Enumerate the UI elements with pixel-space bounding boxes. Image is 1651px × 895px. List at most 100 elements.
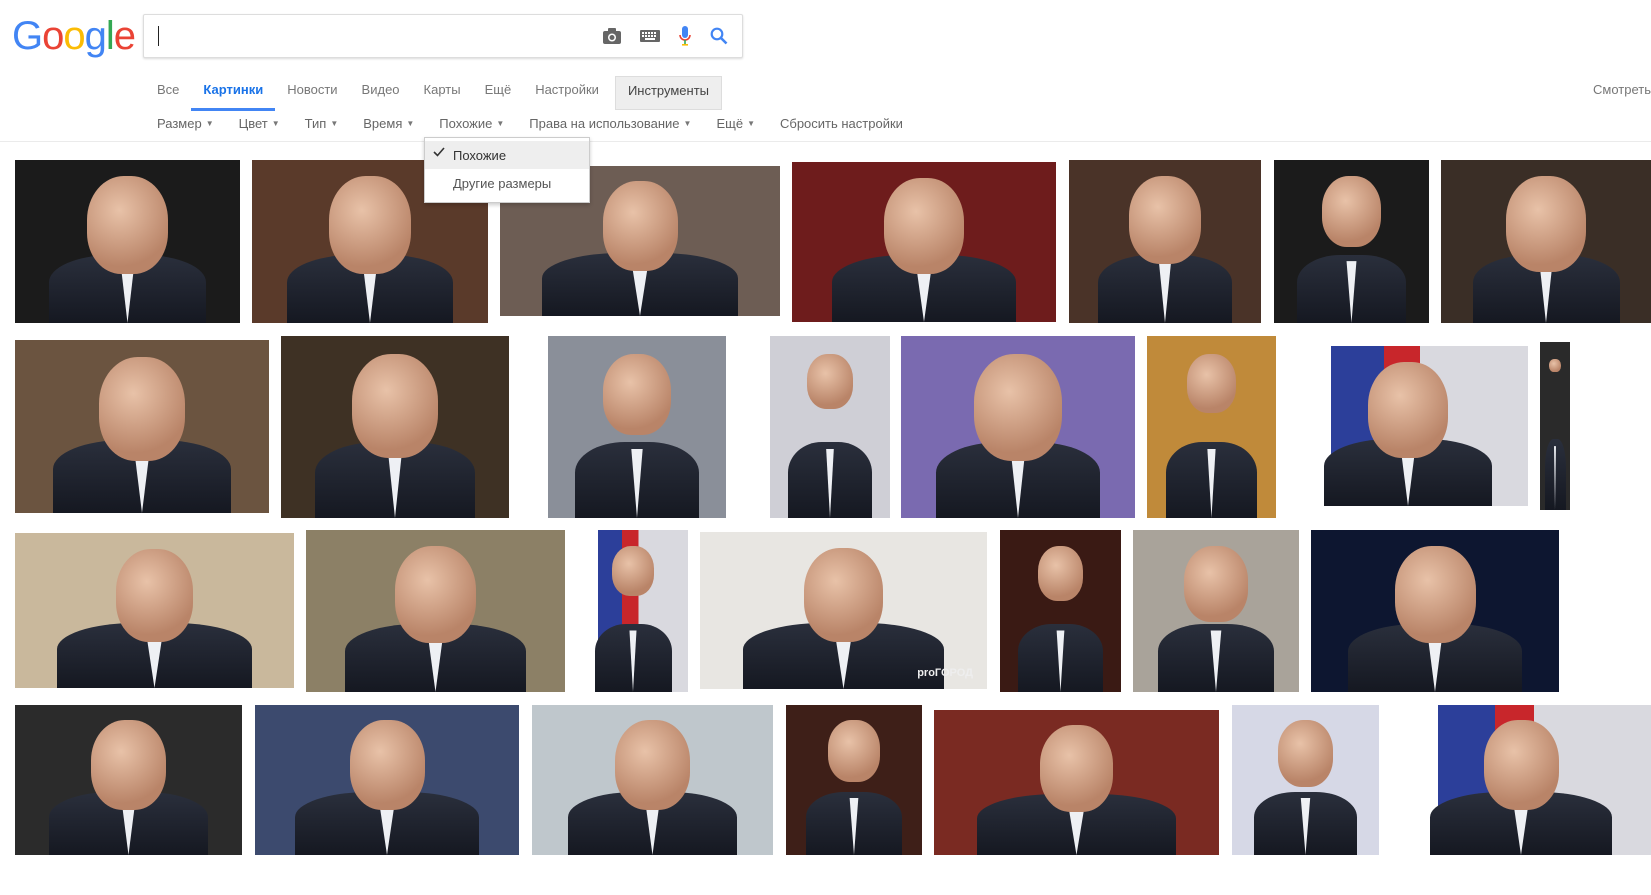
face xyxy=(1184,546,1248,622)
image-result-thumbnail[interactable] xyxy=(306,530,565,692)
text-caret xyxy=(158,26,159,46)
search-input[interactable] xyxy=(160,23,584,49)
face xyxy=(612,546,654,597)
filter-label: Сбросить настройки xyxy=(779,116,903,131)
image-result-thumbnail[interactable] xyxy=(1288,346,1528,506)
logo-letter: o xyxy=(63,14,85,58)
face xyxy=(351,354,439,459)
dropdown-arrow-icon: ▼ xyxy=(496,119,505,128)
face xyxy=(1277,720,1334,788)
face xyxy=(1322,176,1381,247)
image-result-thumbnail[interactable] xyxy=(792,162,1056,322)
menu-item-other-sizes[interactable]: Другие размеры xyxy=(425,169,589,197)
dropdown-arrow-icon: ▼ xyxy=(205,119,214,128)
tab-settings[interactable]: Настройки xyxy=(523,76,611,110)
face xyxy=(807,354,853,409)
filter-label: Размер xyxy=(157,116,202,131)
reset-filters-button[interactable]: Сбросить настройки xyxy=(780,116,903,131)
filter-color[interactable]: Цвет ▼ xyxy=(239,116,280,131)
filter-time[interactable]: Время ▼ xyxy=(363,116,414,131)
face xyxy=(1506,176,1586,273)
dropdown-arrow-icon: ▼ xyxy=(271,119,280,128)
filter-more[interactable]: Ещё ▼ xyxy=(716,116,755,131)
face xyxy=(884,178,964,274)
image-result-thumbnail[interactable] xyxy=(1391,705,1651,855)
face xyxy=(615,720,690,810)
face xyxy=(1394,546,1476,644)
image-result-thumbnail[interactable] xyxy=(1147,336,1276,518)
image-result-thumbnail[interactable] xyxy=(281,336,509,518)
image-result-thumbnail[interactable] xyxy=(1133,530,1299,692)
face xyxy=(1483,720,1559,810)
filter-label: Похожие xyxy=(439,116,493,131)
face xyxy=(1549,358,1561,373)
image-result-thumbnail[interactable] xyxy=(1274,160,1429,323)
filter-similar[interactable]: Похожие ▼ xyxy=(439,116,504,131)
menu-item-similar[interactable]: Похожие xyxy=(425,141,589,169)
image-result-thumbnail[interactable] xyxy=(255,705,519,855)
filter-label: Цвет xyxy=(238,116,268,131)
image-result-thumbnail[interactable] xyxy=(532,705,773,855)
microphone-icon[interactable] xyxy=(678,25,692,47)
header-divider xyxy=(0,141,1651,142)
face xyxy=(1186,354,1236,413)
tab-news[interactable]: Новости xyxy=(275,76,349,110)
keyboard-icon[interactable] xyxy=(640,29,660,43)
filter-size[interactable]: Размер ▼ xyxy=(157,116,214,131)
logo-letter: g xyxy=(84,14,107,58)
search-box[interactable] xyxy=(143,14,743,58)
image-result-thumbnail[interactable] xyxy=(1232,705,1379,855)
filter-label: Тип xyxy=(304,116,327,131)
image-result-thumbnail[interactable] xyxy=(1540,342,1570,510)
tab-more[interactable]: Ещё xyxy=(473,76,524,110)
face xyxy=(973,354,1063,461)
image-result-thumbnail[interactable] xyxy=(1441,160,1651,323)
filter-usage-rights[interactable]: Права на использование ▼ xyxy=(529,116,691,131)
image-result-thumbnail[interactable] xyxy=(15,533,294,688)
filter-type[interactable]: Тип ▼ xyxy=(305,116,339,131)
watch-link[interactable]: Смотреть xyxy=(1593,82,1651,97)
logo-letter: l xyxy=(105,14,115,58)
face xyxy=(86,176,169,275)
tab-all[interactable]: Все xyxy=(145,76,191,110)
search-icon[interactable] xyxy=(710,27,728,45)
image-result-thumbnail[interactable] xyxy=(934,710,1219,855)
tab-tools[interactable]: Инструменты xyxy=(614,76,722,110)
face xyxy=(1368,362,1448,458)
face xyxy=(98,357,186,462)
image-result-thumbnail[interactable] xyxy=(548,336,726,518)
dropdown-arrow-icon: ▼ xyxy=(406,119,415,128)
image-result-thumbnail[interactable] xyxy=(1000,530,1121,692)
image-result-thumbnail[interactable] xyxy=(15,340,269,513)
camera-icon[interactable] xyxy=(602,27,622,45)
menu-item-label: Другие размеры xyxy=(453,175,552,191)
image-result-thumbnail[interactable] xyxy=(786,705,922,855)
similar-dropdown-menu: Похожие Другие размеры xyxy=(424,137,590,203)
dropdown-arrow-icon: ▼ xyxy=(330,119,339,128)
face xyxy=(602,181,678,271)
face xyxy=(349,720,425,810)
google-logo[interactable]: Google xyxy=(12,14,136,59)
face xyxy=(91,720,166,810)
tab-images[interactable]: Картинки xyxy=(191,76,276,111)
face xyxy=(1040,724,1113,812)
tools-filter-bar: Размер ▼ Цвет ▼ Тип ▼ Время ▼ Похожие ▼ Права… xyxy=(157,116,928,131)
image-result-thumbnail[interactable] xyxy=(901,336,1135,518)
logo-letter: e xyxy=(113,14,136,58)
face xyxy=(804,547,883,642)
image-result-thumbnail[interactable] xyxy=(15,160,240,323)
image-result-thumbnail[interactable] xyxy=(578,530,688,692)
face xyxy=(828,720,880,783)
tab-maps[interactable]: Карты xyxy=(412,76,473,110)
image-result-thumbnail[interactable] xyxy=(15,705,242,855)
image-result-thumbnail[interactable] xyxy=(1069,160,1261,323)
face xyxy=(1037,546,1084,602)
face xyxy=(603,354,671,436)
tab-video[interactable]: Видео xyxy=(350,76,412,110)
face xyxy=(395,546,476,644)
filter-label: Ещё xyxy=(716,116,744,131)
image-result-thumbnail[interactable]: proГОРОД xyxy=(700,532,987,689)
image-result-thumbnail[interactable] xyxy=(770,336,890,518)
search-tabs: Все Картинки Новости Видео Карты Ещё Нас… xyxy=(145,76,722,111)
image-result-thumbnail[interactable] xyxy=(1311,530,1559,692)
